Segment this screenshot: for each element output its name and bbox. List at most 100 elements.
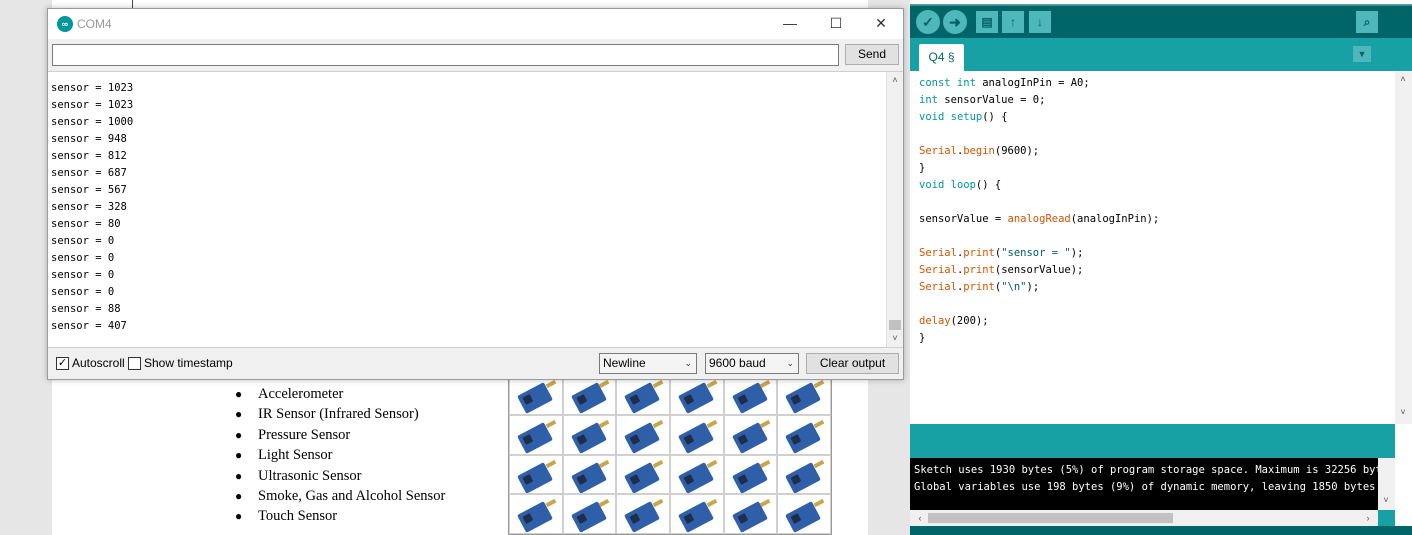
autoscroll-checkbox[interactable]: ✓ [56, 357, 69, 370]
tab-q4[interactable]: Q4 § [919, 44, 964, 71]
serial-output[interactable]: sensor = 1023 sensor = 1023 sensor = 1000 s… [48, 71, 903, 348]
bullet-icon: ● [235, 448, 243, 463]
list-item-text: Smoke, Gas and Alcohol Sensor [258, 487, 446, 504]
list-item: ● Pressure Sensor [232, 425, 502, 445]
scroll-up-icon[interactable]: ˄ [1395, 71, 1411, 87]
baud-rate-select[interactable]: 9600 baud ⌄ [705, 353, 799, 374]
code-token: sensorValue = [919, 213, 1008, 225]
save-sketch-icon[interactable]: ↓ [1029, 11, 1051, 33]
console-scroll-thumb[interactable] [928, 513, 1173, 523]
code-token: } [919, 162, 926, 174]
line-ending-select[interactable]: Newline ⌄ [599, 353, 697, 374]
scroll-down-icon[interactable]: ˅ [887, 330, 903, 346]
scroll-down-icon[interactable]: ˅ [1395, 404, 1411, 420]
code-token: "\n" [1001, 281, 1027, 293]
console-horizontal-scrollbar[interactable]: ‹ › [910, 510, 1378, 526]
ide-tab-bar: Q4 § ▼ [910, 38, 1412, 71]
sensor-module-thumbnail [723, 454, 778, 495]
code-token: delay [919, 315, 951, 327]
code-token: (sensorValue); [994, 264, 1084, 276]
upload-icon[interactable]: ➜ [943, 10, 967, 34]
code-token: (200); [950, 315, 989, 327]
sensor-bullet-list: ● Accelerometer ● IR Sensor (Infrared Senso… [232, 384, 502, 527]
scroll-right-icon[interactable]: › [1360, 510, 1376, 526]
list-item: ● Accelerometer [232, 384, 502, 404]
scroll-down-icon[interactable]: ˅ [1378, 492, 1394, 508]
console-vertical-scrollbar[interactable]: ˅ [1378, 458, 1395, 510]
tab-menu-icon[interactable]: ▼ [1353, 46, 1371, 62]
ide-toolbar: ✓ ➜ ▤ ↑ ↓ ⌕ [910, 6, 1412, 38]
maximize-icon[interactable]: ☐ [813, 9, 859, 39]
send-button[interactable]: Send [845, 44, 899, 65]
serial-output-line: sensor = 88 [51, 303, 121, 315]
code-token: Serial [919, 264, 957, 276]
code-line: const int analogInPin = A0; [919, 75, 1159, 92]
autoscroll-label: Autoscroll [72, 356, 125, 370]
arduino-logo-icon: ∞ [57, 16, 73, 32]
list-item: ● Light Sensor [232, 445, 502, 465]
chevron-down-icon: ⌄ [786, 358, 794, 368]
output-scroll-thumb[interactable] [889, 320, 901, 330]
code-token: Serial [919, 281, 957, 293]
code-line: delay(200); [919, 313, 1159, 330]
sensor-module-thumbnail [777, 375, 831, 415]
close-icon[interactable]: ✕ [858, 9, 904, 39]
new-sketch-icon[interactable]: ▤ [976, 11, 998, 33]
sensor-module-thumbnail [777, 414, 831, 455]
console-header [910, 424, 1395, 458]
sensor-module-thumbnail [616, 494, 670, 534]
code-token: void [919, 111, 945, 123]
code-line: void setup() { [919, 109, 1159, 126]
bullet-icon: ● [235, 387, 243, 401]
sensor-module-thumbnail [616, 454, 670, 495]
ide-menu-strip [910, 0, 1412, 5]
list-item-text: Light Sensor [258, 447, 333, 464]
code-editor[interactable]: const int analogInPin = A0; int sensorVal… [910, 71, 1395, 424]
ide-status-bar [910, 526, 1412, 535]
code-token: analogInPin = A0; [975, 77, 1090, 89]
list-item: ● Smoke, Gas and Alcohol Sensor [232, 486, 502, 506]
serial-monitor-titlebar: ∞ COM4 — ☐ ✕ [48, 9, 903, 39]
sensor-module-thumbnail [723, 375, 778, 415]
serial-output-line: sensor = 0 [51, 235, 115, 247]
verify-icon[interactable]: ✓ [916, 10, 940, 34]
build-console: Sketch uses 1930 bytes (5%) of program s… [910, 458, 1378, 510]
code-token: begin [963, 145, 995, 157]
send-input[interactable] [52, 44, 839, 66]
code-token: () { [975, 179, 1002, 191]
sensor-module-thumbnail [562, 494, 617, 534]
serial-output-line: sensor = 0 [51, 286, 115, 298]
sensor-module-thumbnail [509, 494, 563, 534]
code-token: analogRead [1007, 213, 1071, 225]
line-ending-value: Newline [603, 356, 646, 370]
output-scrollbar[interactable]: ˄ ˅ [886, 72, 903, 347]
bullet-icon: ● [235, 468, 243, 483]
open-sketch-icon[interactable]: ↑ [1002, 11, 1024, 33]
scroll-left-icon[interactable]: ‹ [912, 510, 928, 526]
timestamp-checkbox[interactable] [128, 357, 141, 370]
sensor-module-thumbnail [562, 454, 617, 495]
sensor-module-thumbnail [670, 454, 724, 495]
code-token: Serial [919, 145, 957, 157]
sensor-modules-image [508, 374, 832, 535]
clear-output-button[interactable]: Clear output [806, 353, 899, 374]
code-scrollbar[interactable]: ˄ ˅ [1395, 71, 1412, 424]
list-item-text: Pressure Sensor [258, 426, 351, 443]
code-line: } [919, 160, 1159, 177]
code-token: Serial [919, 247, 957, 259]
code-line: int sensorValue = 0; [919, 92, 1159, 109]
serial-output-line: sensor = 1000 [51, 116, 134, 128]
sensor-module-thumbnail [509, 375, 563, 415]
scroll-up-icon[interactable]: ˄ [887, 72, 903, 88]
code-token: int [919, 94, 938, 106]
code-lines: const int analogInPin = A0; int sensorVal… [919, 75, 1159, 347]
code-token: sensorValue = 0; [937, 94, 1046, 106]
code-token: () { [982, 111, 1008, 123]
minimize-icon[interactable]: — [767, 9, 813, 39]
serial-monitor-icon[interactable]: ⌕ [1356, 11, 1378, 33]
code-token: setup [950, 111, 983, 123]
serial-output-line: sensor = 0 [51, 252, 115, 264]
